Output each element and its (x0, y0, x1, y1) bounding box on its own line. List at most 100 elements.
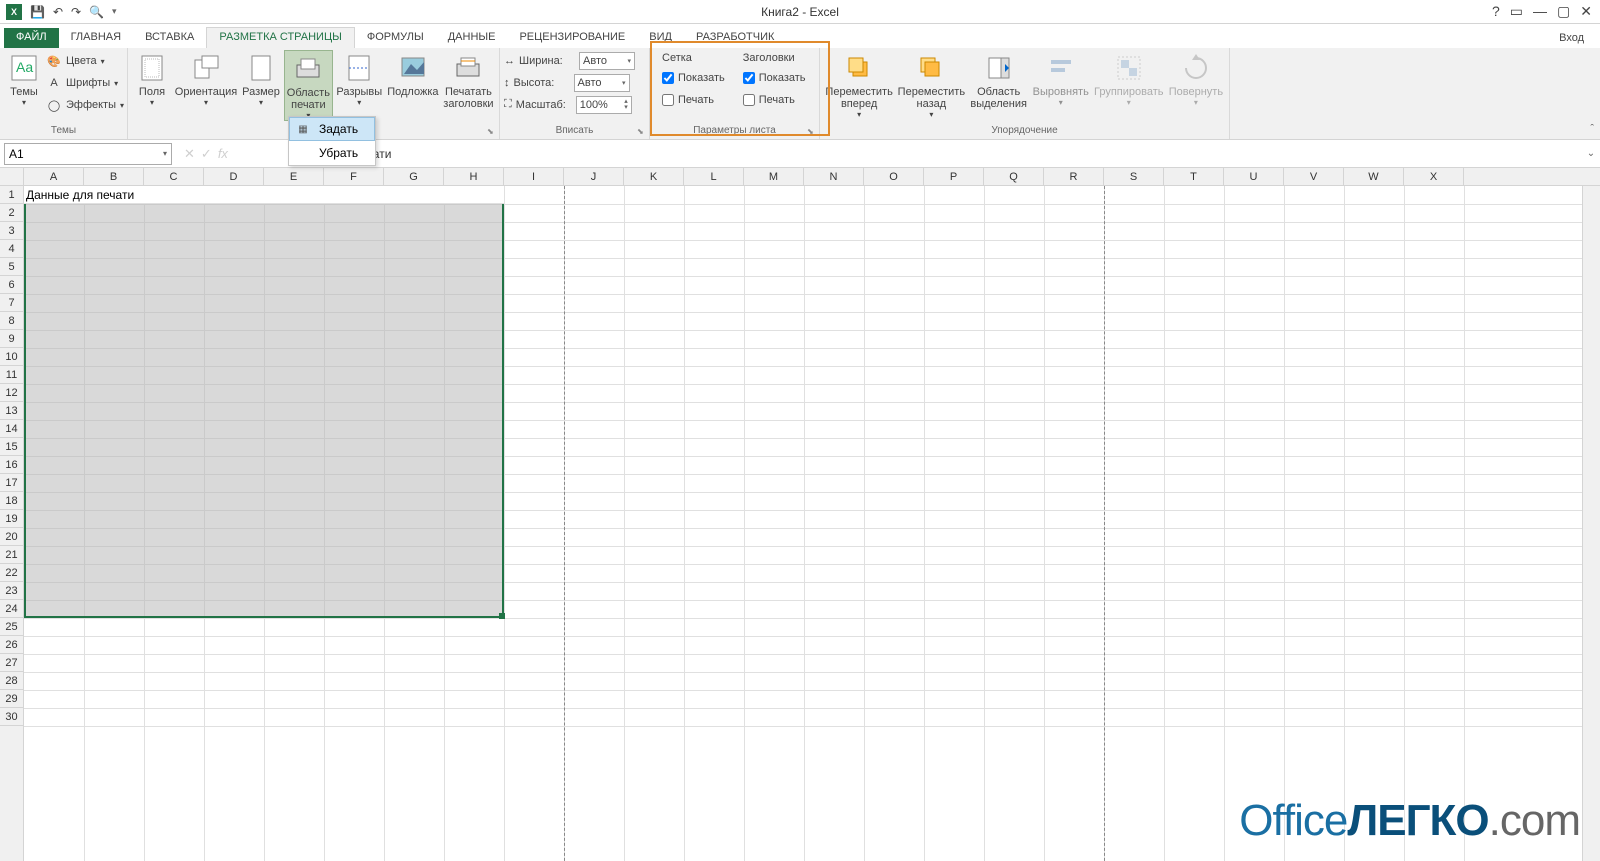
row-header[interactable]: 4 (0, 240, 23, 258)
collapse-ribbon-icon[interactable]: ˆ (1590, 123, 1594, 135)
column-header[interactable]: C (144, 168, 204, 185)
print-titles-button[interactable]: Печатать заголовки (442, 50, 495, 110)
row-header[interactable]: 16 (0, 456, 23, 474)
row-header[interactable]: 10 (0, 348, 23, 366)
margins-button[interactable]: Поля▾ (132, 50, 172, 107)
row-header[interactable]: 29 (0, 690, 23, 708)
column-header[interactable]: N (804, 168, 864, 185)
tab-home[interactable]: ГЛАВНАЯ (59, 28, 133, 48)
row-header[interactable]: 28 (0, 672, 23, 690)
pagesetup-launcher-icon[interactable]: ⬊ (487, 127, 497, 137)
qat-redo-icon[interactable]: ↷ (71, 5, 81, 19)
column-header[interactable]: F (324, 168, 384, 185)
row-header[interactable]: 8 (0, 312, 23, 330)
column-header[interactable]: H (444, 168, 504, 185)
theme-fonts-button[interactable]: AШрифты▾ (46, 72, 124, 94)
headings-print-checkbox[interactable]: Печать (743, 90, 806, 110)
scale-spinner[interactable]: 100%▴▾ (576, 96, 632, 114)
row-header[interactable]: 7 (0, 294, 23, 312)
column-header[interactable]: X (1404, 168, 1464, 185)
print-area-button[interactable]: Область печати▾ (284, 50, 333, 121)
minimize-icon[interactable]: — (1533, 3, 1547, 20)
column-header[interactable]: O (864, 168, 924, 185)
row-header[interactable]: 14 (0, 420, 23, 438)
tab-formulas[interactable]: ФОРМУЛЫ (355, 28, 436, 48)
qat-save-icon[interactable]: 💾 (30, 5, 45, 19)
background-button[interactable]: Подложка (386, 50, 440, 98)
gridlines-view-checkbox[interactable]: Показать (662, 68, 725, 88)
column-header[interactable]: P (924, 168, 984, 185)
row-header[interactable]: 15 (0, 438, 23, 456)
row-header[interactable]: 11 (0, 366, 23, 384)
row-header[interactable]: 13 (0, 402, 23, 420)
column-header[interactable]: I (504, 168, 564, 185)
row-header[interactable]: 2 (0, 204, 23, 222)
column-header[interactable]: U (1224, 168, 1284, 185)
width-select[interactable]: Авто▾ (579, 52, 635, 70)
gridlines-print-checkbox[interactable]: Печать (662, 90, 725, 110)
column-header[interactable]: J (564, 168, 624, 185)
orientation-button[interactable]: Ориентация▾ (174, 50, 238, 107)
print-area-clear-item[interactable]: Убрать (289, 141, 375, 165)
tab-page-layout[interactable]: РАЗМЕТКА СТРАНИЦЫ (206, 27, 354, 48)
maximize-icon[interactable]: ▢ (1557, 3, 1570, 20)
column-header[interactable]: L (684, 168, 744, 185)
tab-data[interactable]: ДАННЫЕ (436, 28, 508, 48)
print-area-set-item[interactable]: ▦Задать (289, 117, 375, 141)
column-header[interactable]: G (384, 168, 444, 185)
row-header[interactable]: 22 (0, 564, 23, 582)
row-header[interactable]: 1 (0, 186, 23, 204)
expand-formula-bar-icon[interactable]: ⌄ (1582, 148, 1600, 159)
themes-button[interactable]: Aa Темы▾ (4, 50, 44, 107)
fill-handle[interactable] (499, 613, 505, 619)
formula-bar[interactable]: для печати (236, 143, 1582, 165)
row-header[interactable]: 9 (0, 330, 23, 348)
row-header[interactable]: 30 (0, 708, 23, 726)
vertical-scrollbar[interactable] (1582, 186, 1600, 861)
column-header[interactable]: S (1104, 168, 1164, 185)
theme-colors-button[interactable]: 🎨Цвета▾ (46, 50, 124, 72)
row-header[interactable]: 20 (0, 528, 23, 546)
row-header[interactable]: 21 (0, 546, 23, 564)
tab-view[interactable]: ВИД (637, 28, 684, 48)
column-header[interactable]: B (84, 168, 144, 185)
formula-cancel-icon[interactable]: ✕ (184, 146, 195, 162)
size-button[interactable]: Размер▾ (240, 50, 282, 107)
row-header[interactable]: 19 (0, 510, 23, 528)
height-select[interactable]: Авто▾ (574, 74, 630, 92)
ribbon-display-icon[interactable]: ▭ (1510, 3, 1523, 20)
column-header[interactable]: M (744, 168, 804, 185)
row-header[interactable]: 25 (0, 618, 23, 636)
select-all-corner[interactable] (0, 168, 24, 185)
tab-review[interactable]: РЕЦЕНЗИРОВАНИЕ (507, 28, 637, 48)
tab-developer[interactable]: РАЗРАБОТЧИК (684, 28, 786, 48)
name-box[interactable]: A1▾ (4, 143, 172, 165)
headings-view-checkbox[interactable]: Показать (743, 68, 806, 88)
row-header[interactable]: 6 (0, 276, 23, 294)
cell-a1[interactable]: Данные для печати (24, 186, 504, 204)
bring-forward-button[interactable]: Переместить вперед▾ (824, 50, 894, 119)
row-header[interactable]: 5 (0, 258, 23, 276)
worksheet-grid[interactable]: ABCDEFGHIJKLMNOPQRSTUVWX 123456789101112… (0, 168, 1600, 861)
column-header[interactable]: D (204, 168, 264, 185)
formula-enter-icon[interactable]: ✓ (201, 146, 212, 162)
insert-function-icon[interactable]: fx (218, 146, 228, 161)
column-header[interactable]: E (264, 168, 324, 185)
tab-insert[interactable]: ВСТАВКА (133, 28, 206, 48)
theme-effects-button[interactable]: ◯Эффекты▾ (46, 94, 124, 116)
align-button[interactable]: Выровнять▾ (1031, 50, 1091, 107)
column-header[interactable]: A (24, 168, 84, 185)
column-header[interactable]: K (624, 168, 684, 185)
breaks-button[interactable]: Разрывы▾ (335, 50, 384, 107)
tab-file[interactable]: ФАЙЛ (4, 28, 59, 48)
row-header[interactable]: 26 (0, 636, 23, 654)
qat-undo-icon[interactable]: ↶ (53, 5, 63, 19)
column-header[interactable]: V (1284, 168, 1344, 185)
row-header[interactable]: 23 (0, 582, 23, 600)
qat-preview-icon[interactable]: 🔍 (89, 5, 104, 19)
column-header[interactable]: W (1344, 168, 1404, 185)
row-header[interactable]: 18 (0, 492, 23, 510)
sign-in-link[interactable]: Вход (1543, 28, 1600, 48)
scale-launcher-icon[interactable]: ⬊ (637, 127, 647, 137)
row-header[interactable]: 3 (0, 222, 23, 240)
